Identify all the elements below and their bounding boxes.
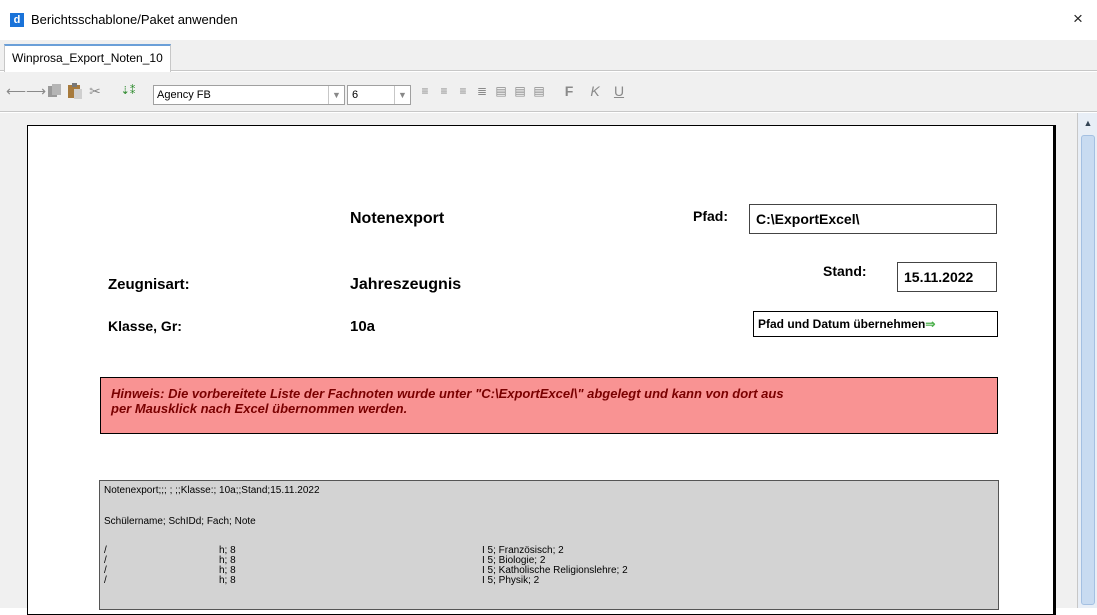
bold-button[interactable]: F: [562, 81, 576, 101]
hint-box: Hinweis: Die vorbereitete Liste der Fach…: [100, 377, 998, 434]
pfad-field[interactable]: C:\ExportExcel\: [749, 204, 997, 234]
scroll-up-icon[interactable]: ▲: [1080, 115, 1096, 131]
klasse-label: Klasse, Gr:: [108, 318, 182, 334]
font-name-value: Agency FB: [157, 89, 211, 101]
apply-button-label: Pfad und Datum übernehmen: [758, 317, 926, 331]
export-header: Notenexport;;; ; ;;Klasse:; 10a;;Stand;1…: [104, 485, 320, 496]
italic-button[interactable]: K: [588, 81, 602, 101]
tab-strip: Winprosa_Export_Noten_10: [0, 40, 1097, 72]
tab-winprosa-export[interactable]: Winprosa_Export_Noten_10: [4, 44, 171, 72]
export-preview: Notenexport;;; ; ;;Klasse:; 10a;;Stand;1…: [99, 480, 999, 610]
arrow-right-icon: ⇒: [925, 317, 936, 331]
copy-icon[interactable]: [47, 81, 63, 101]
align-bottom-icon[interactable]: ▤: [532, 81, 546, 101]
app-logo-icon: d: [10, 13, 24, 27]
arrow-left-icon[interactable]: ⟵: [6, 81, 26, 101]
align-middle-icon[interactable]: ▤: [513, 81, 527, 101]
page-title: Notenexport: [350, 210, 445, 227]
row-name: /: [104, 575, 107, 586]
scrollbar-thumb[interactable]: [1081, 135, 1095, 605]
zeugnisart-value: Jahreszeugnis: [350, 276, 462, 293]
hint-line-2: per Mausklick nach Excel übernommen werd…: [111, 401, 408, 416]
apply-path-date-button[interactable]: Pfad und Datum übernehmen⇒: [753, 311, 998, 337]
insert-field-icon[interactable]: ⇣⁑: [108, 81, 148, 101]
row-id: h; 8: [219, 575, 236, 586]
paste-icon[interactable]: [66, 81, 84, 101]
zeugnisart-label: Zeugnisart:: [108, 276, 190, 293]
window-title: Berichtsschablone/Paket anwenden: [31, 12, 238, 27]
pfad-label: Pfad:: [693, 208, 728, 224]
row-subject: I 5; Physik; 2: [482, 575, 540, 586]
close-icon[interactable]: ×: [1073, 9, 1083, 29]
hint-line-1: Hinweis: Die vorbereitete Liste der Fach…: [111, 386, 784, 401]
cut-icon[interactable]: ✂: [87, 81, 103, 101]
font-name-select[interactable]: Agency FB ▼: [153, 85, 345, 105]
font-size-select[interactable]: 6 ▼: [347, 85, 411, 105]
stand-field[interactable]: 15.11.2022: [897, 262, 997, 292]
align-right-icon[interactable]: ≡: [456, 81, 470, 101]
chevron-down-icon[interactable]: ▼: [394, 86, 410, 104]
vertical-scrollbar[interactable]: ▲: [1077, 113, 1097, 608]
chevron-down-icon[interactable]: ▼: [328, 86, 344, 104]
toolbar: ⟵ ⟶ ✂ ⇣⁑ Agency FB ▼ 6 ▼ ≡ ≡ ≡ ≣ ▤ ▤ ▤ F…: [0, 72, 1097, 112]
align-justify-icon[interactable]: ≣: [475, 81, 489, 101]
stand-label: Stand:: [823, 263, 867, 279]
export-columns: Schülername; SchIDd; Fach; Note: [104, 516, 256, 527]
font-size-value: 6: [352, 89, 359, 101]
align-center-icon[interactable]: ≡: [437, 81, 451, 101]
klasse-value: 10a: [350, 318, 376, 335]
underline-button[interactable]: U: [612, 81, 626, 101]
align-top-icon[interactable]: ▤: [494, 81, 508, 101]
align-left-icon[interactable]: ≡: [418, 81, 432, 101]
arrow-right-icon[interactable]: ⟶: [26, 81, 46, 101]
title-bar: d Berichtsschablone/Paket anwenden ×: [0, 0, 1097, 40]
